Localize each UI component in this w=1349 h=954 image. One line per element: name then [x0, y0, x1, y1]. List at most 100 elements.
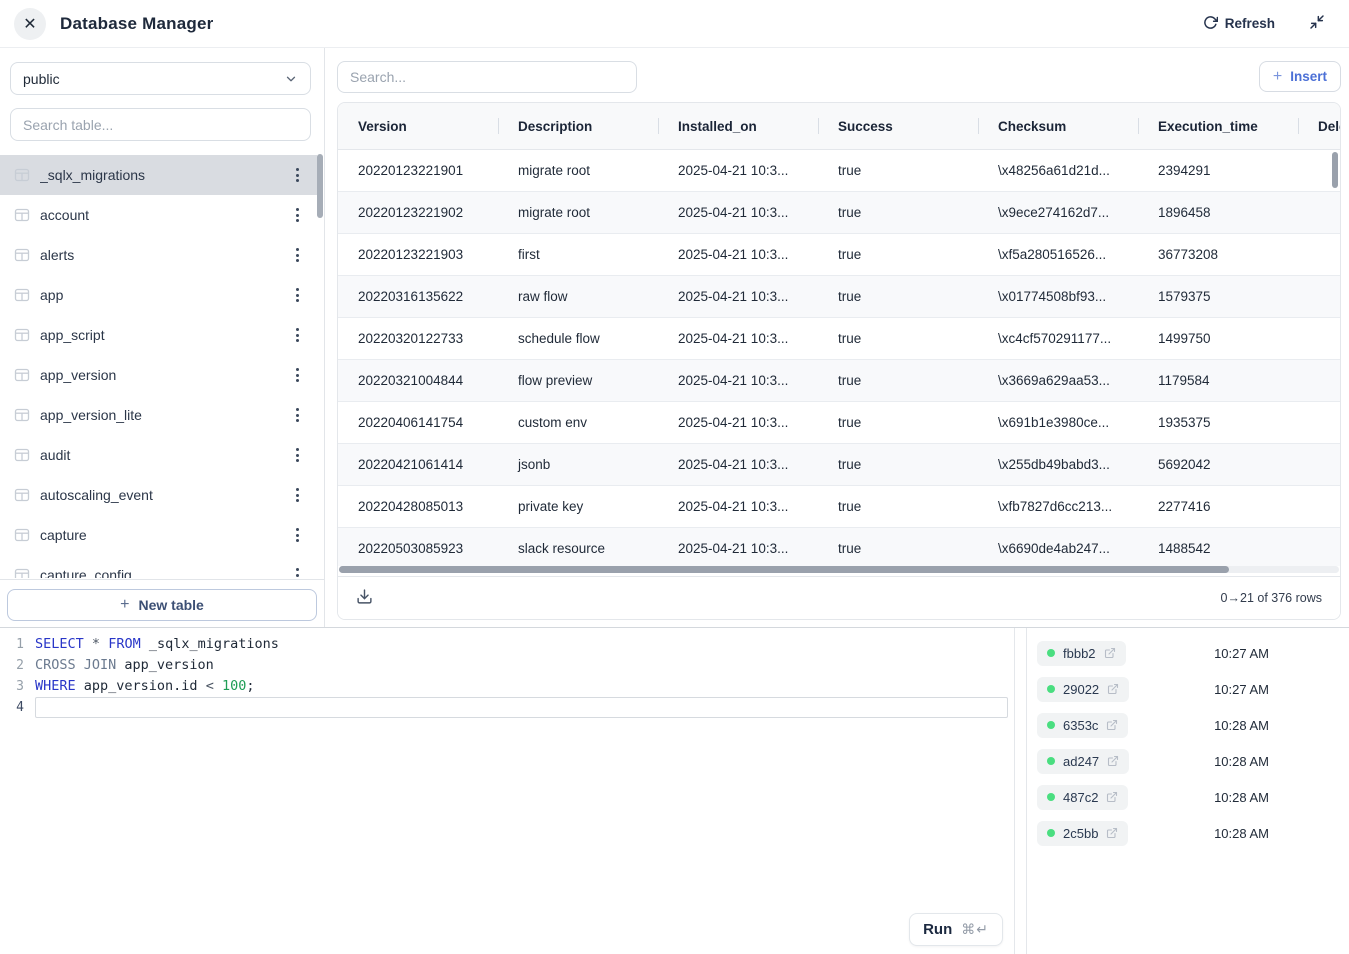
collapse-panel-button[interactable] — [1309, 14, 1325, 33]
sidebar-scrollbar[interactable] — [317, 154, 323, 218]
status-dot — [1047, 721, 1055, 729]
download-button[interactable] — [356, 588, 373, 608]
table-cell: 2025-04-21 10:3... — [658, 163, 818, 178]
table-row[interactable]: 20220123221903first2025-04-21 10:3...tru… — [338, 234, 1340, 276]
sidebar-item-autoscaling_event[interactable]: autoscaling_event — [0, 475, 317, 515]
table-cell: true — [818, 415, 978, 430]
table-cell: 20220320122733 — [338, 331, 498, 346]
table-row[interactable]: 20220406141754custom env2025-04-21 10:3.… — [338, 402, 1340, 444]
kebab-menu-icon[interactable] — [290, 362, 305, 388]
history-query-pill[interactable]: 6353c — [1037, 713, 1128, 738]
sql-line-3[interactable]: 3WHERE app_version.id < 100; — [0, 676, 1014, 697]
sql-line-2[interactable]: 2CROSS JOIN app_version — [0, 655, 1014, 676]
history-item: 2902210:27 AM — [1037, 671, 1349, 707]
sql-line-4[interactable]: 4 — [0, 697, 1014, 718]
table-cell: true — [818, 247, 978, 262]
history-query-pill[interactable]: ad247 — [1037, 749, 1129, 774]
external-link-icon[interactable] — [1106, 827, 1118, 839]
table-cell: custom env — [498, 415, 658, 430]
horizontal-scrollbar-thumb[interactable] — [339, 566, 1229, 573]
sidebar-item-app_script[interactable]: app_script — [0, 315, 317, 355]
sidebar-item-app[interactable]: app — [0, 275, 317, 315]
kebab-menu-icon[interactable] — [290, 162, 305, 188]
status-dot — [1047, 685, 1055, 693]
table-row[interactable]: 20220503085923slack resource2025-04-21 1… — [338, 528, 1340, 566]
kebab-menu-icon[interactable] — [290, 202, 305, 228]
kebab-menu-icon[interactable] — [290, 522, 305, 548]
kebab-menu-icon[interactable] — [290, 322, 305, 348]
table-cell: 1896458 — [1138, 205, 1298, 220]
run-button[interactable]: Run ⌘↵ — [909, 913, 1003, 946]
kebab-menu-icon[interactable] — [290, 402, 305, 428]
external-link-icon[interactable] — [1106, 791, 1118, 803]
query-id: 29022 — [1063, 682, 1099, 697]
sidebar-item-app_version_lite[interactable]: app_version_lite — [0, 395, 317, 435]
sidebar-item-capture[interactable]: capture — [0, 515, 317, 555]
external-link-icon[interactable] — [1107, 683, 1119, 695]
table-row[interactable]: 20220316135622raw flow2025-04-21 10:3...… — [338, 276, 1340, 318]
table-row[interactable]: 20220421061414jsonb2025-04-21 10:3...tru… — [338, 444, 1340, 486]
sql-token: 100 — [222, 678, 246, 694]
sidebar-item-capture_config[interactable]: capture_config — [0, 555, 317, 578]
column-header-success[interactable]: Success — [818, 119, 978, 134]
line-number: 1 — [0, 634, 24, 655]
table-row[interactable]: 20220123221901migrate root2025-04-21 10:… — [338, 150, 1340, 192]
history-query-pill[interactable]: 29022 — [1037, 677, 1129, 702]
kebab-menu-icon[interactable] — [290, 562, 305, 578]
sidebar-item-app_version[interactable]: app_version — [0, 355, 317, 395]
sidebar-item-alerts[interactable]: alerts — [0, 235, 317, 275]
sql-code: WHERE app_version.id < 100; — [35, 676, 1014, 697]
column-header-installed_on[interactable]: Installed_on — [658, 119, 818, 134]
sidebar-item-audit[interactable]: audit — [0, 435, 317, 475]
history-query-pill[interactable]: 2c5bb — [1037, 821, 1128, 846]
sql-token: app_version.id — [76, 678, 206, 694]
table-cell: 20220421061414 — [338, 457, 498, 472]
column-header-checksum[interactable]: Checksum — [978, 119, 1138, 134]
table-cell: migrate root — [498, 205, 658, 220]
kebab-menu-icon[interactable] — [290, 442, 305, 468]
horizontal-scrollbar[interactable] — [339, 566, 1339, 573]
external-link-icon[interactable] — [1104, 647, 1116, 659]
status-dot — [1047, 793, 1055, 801]
table-name: capture — [40, 527, 290, 543]
close-button[interactable]: ✕ — [14, 8, 46, 40]
sql-editor[interactable]: 1SELECT * FROM _sqlx_migrations2CROSS JO… — [0, 628, 1015, 954]
table-cell: true — [818, 541, 978, 556]
history-query-pill[interactable]: fbbb2 — [1037, 641, 1126, 666]
schema-select[interactable]: public — [10, 62, 311, 95]
column-header-dele[interactable]: Dele — [1298, 119, 1341, 134]
table-row[interactable]: 20220321004844flow preview2025-04-21 10:… — [338, 360, 1340, 402]
external-link-icon[interactable] — [1107, 755, 1119, 767]
sql-token — [84, 636, 92, 652]
sidebar-item-_sqlx_migrations[interactable]: _sqlx_migrations — [0, 155, 317, 195]
external-link-icon[interactable] — [1106, 719, 1118, 731]
kebab-menu-icon[interactable] — [290, 242, 305, 268]
vertical-scrollbar-thumb[interactable] — [1332, 152, 1338, 188]
sidebar-item-account[interactable]: account — [0, 195, 317, 235]
rows-search-input[interactable] — [337, 61, 637, 93]
browser-toolbar: + Insert — [337, 61, 1341, 93]
refresh-icon — [1203, 15, 1218, 33]
page-title: Database Manager — [60, 14, 213, 34]
table-row[interactable]: 20220320122733schedule flow2025-04-21 10… — [338, 318, 1340, 360]
kebab-menu-icon[interactable] — [290, 282, 305, 308]
table-search-input[interactable] — [23, 117, 298, 133]
table-icon — [14, 207, 30, 223]
column-header-version[interactable]: Version — [338, 119, 498, 134]
table-row[interactable]: 20220428085013private key2025-04-21 10:3… — [338, 486, 1340, 528]
new-table-label: New table — [138, 597, 203, 613]
kebab-menu-icon[interactable] — [290, 482, 305, 508]
table-cell: true — [818, 499, 978, 514]
sql-line-1[interactable]: 1SELECT * FROM _sqlx_migrations — [0, 634, 1014, 655]
insert-button[interactable]: + Insert — [1259, 61, 1341, 92]
table-cell: 2025-04-21 10:3... — [658, 247, 818, 262]
data-grid: VersionDescriptionInstalled_onSuccessChe… — [337, 102, 1341, 620]
sql-token: _sqlx_migrations — [141, 636, 279, 652]
column-header-description[interactable]: Description — [498, 119, 658, 134]
column-header-execution_time[interactable]: Execution_time — [1138, 119, 1298, 134]
new-table-button[interactable]: + New table — [7, 589, 317, 621]
sql-code — [35, 697, 1008, 718]
refresh-button[interactable]: Refresh — [1203, 15, 1275, 33]
table-row[interactable]: 20220123221902migrate root2025-04-21 10:… — [338, 192, 1340, 234]
history-query-pill[interactable]: 487c2 — [1037, 785, 1128, 810]
